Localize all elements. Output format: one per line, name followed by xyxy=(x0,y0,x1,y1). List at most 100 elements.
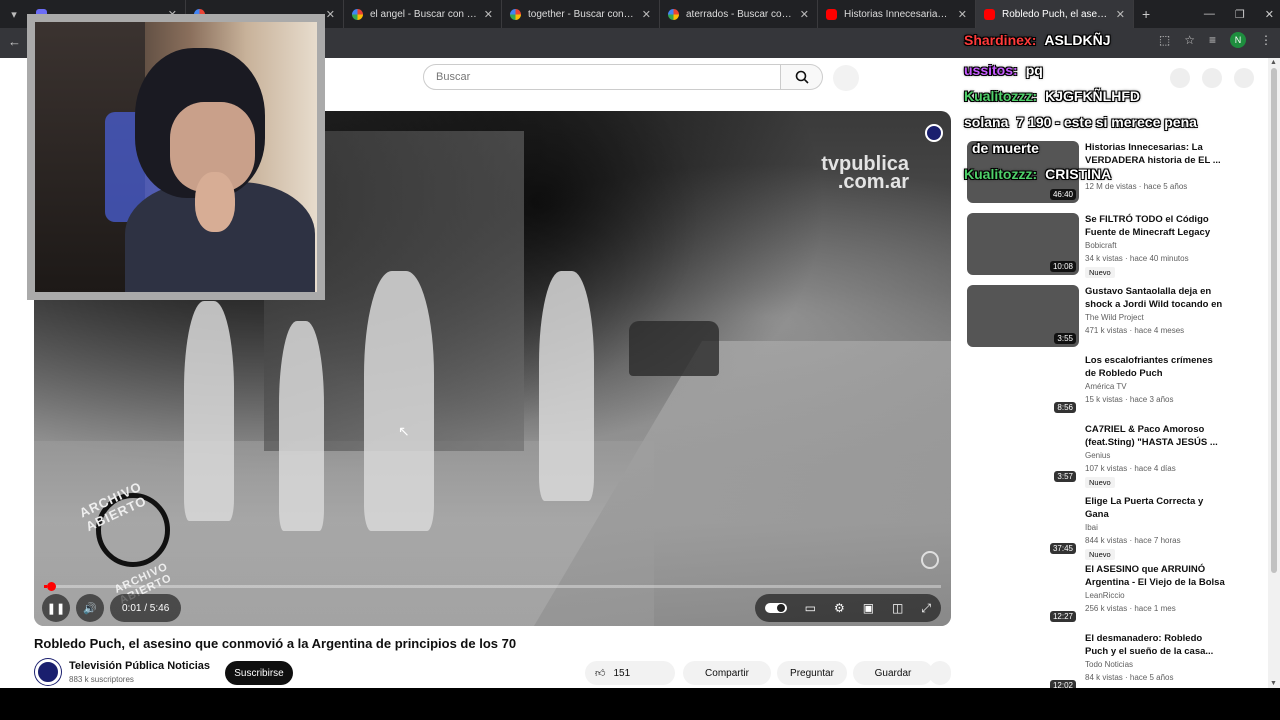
extension-icon[interactable]: ⬚ xyxy=(1159,33,1170,47)
recommendation-title[interactable]: El ASESINO que ARRUINÓ Argentina - El Vi… xyxy=(1085,563,1225,589)
more-actions-button[interactable] xyxy=(929,661,951,685)
search-button[interactable] xyxy=(781,64,823,90)
tab-search-icon[interactable]: ▾ xyxy=(0,0,28,28)
recommendation-title[interactable]: El desmanadero: Robledo Puch y el sueño … xyxy=(1085,632,1225,658)
chat-username: Shardinex: xyxy=(964,32,1037,48)
like-button[interactable]: 👍︎ 151 xyxy=(585,661,675,685)
recommendation-channel[interactable]: Todo Noticias xyxy=(1085,660,1133,669)
recommendation-item[interactable]: 10:08 Se FILTRÓ TODO el Código Fuente de … xyxy=(967,213,1227,278)
miniplayer-icon[interactable]: ▣ xyxy=(863,601,874,615)
recommendation-item[interactable]: 12:02 El desmanadero: Robledo Puch y el s… xyxy=(967,632,1227,696)
new-tab-icon[interactable]: + xyxy=(1142,6,1150,22)
scroll-down-icon[interactable]: ▼ xyxy=(1270,680,1277,687)
channel-avatar[interactable] xyxy=(35,659,61,685)
recommendation-title[interactable]: Los escalofriantes crímenes de Robledo P… xyxy=(1085,354,1225,380)
chip-placeholder[interactable] xyxy=(1170,68,1190,88)
new-badge: Nuevo xyxy=(1085,549,1115,560)
recommendation-item[interactable]: 3:55 Gustavo Santaolalla deja en shock a … xyxy=(967,285,1227,349)
recommendation-channel[interactable]: América TV xyxy=(1085,382,1127,391)
chip-placeholder[interactable] xyxy=(1234,68,1254,88)
video-thumbnail[interactable]: 3:55 xyxy=(967,285,1079,347)
recommendation-title[interactable]: Elige La Puerta Correcta y Gana xyxy=(1085,495,1225,521)
chip-placeholder[interactable] xyxy=(1202,68,1222,88)
fullscreen-icon[interactable]: ⤢ xyxy=(921,601,931,616)
recommendation-channel[interactable]: Bobicraft xyxy=(1085,241,1117,250)
recommendation-meta: 12 M de vistas · hace 5 años xyxy=(1085,182,1188,191)
video-thumbnail[interactable]: 3:57 xyxy=(967,423,1079,485)
page-scrollbar[interactable]: ▲ ▼ xyxy=(1268,58,1280,688)
close-window-icon[interactable]: ✕ xyxy=(1265,8,1274,21)
scroll-thumb[interactable] xyxy=(1271,68,1277,573)
recommendation-item[interactable]: 37:45 Elige La Puerta Correcta y Gana Ibai… xyxy=(967,495,1227,560)
window-controls: — ❐ ✕ xyxy=(1204,0,1274,28)
tab-close-icon[interactable]: ✕ xyxy=(958,8,967,21)
subscribe-button[interactable]: Suscribirse xyxy=(225,661,293,685)
tab-close-icon[interactable]: ✕ xyxy=(484,8,493,21)
screen-bottom-bar xyxy=(0,688,1280,720)
recommendation-title[interactable]: CA7RIEL & Paco Amoroso (feat.Sting) "HAS… xyxy=(1085,423,1225,449)
minimize-icon[interactable]: — xyxy=(1204,8,1215,20)
maximize-icon[interactable]: ❐ xyxy=(1235,8,1245,21)
autoplay-toggle[interactable] xyxy=(764,603,787,613)
recommendation-title[interactable]: Gustavo Santaolalla deja en shock a Jord… xyxy=(1085,285,1225,311)
media-controls-icon[interactable]: ≡ xyxy=(1209,33,1216,47)
chat-username: ussitos: xyxy=(964,62,1018,78)
video-thumbnail[interactable]: 10:08 xyxy=(967,213,1079,275)
recommendation-item[interactable]: 3:57 CA7RIEL & Paco Amoroso (feat.Sting) … xyxy=(967,423,1227,488)
recommendation-item[interactable]: 8:56 Los escalofriantes crímenes de Roble… xyxy=(967,354,1227,418)
kebab-menu-icon[interactable]: ⋮ xyxy=(1260,33,1272,47)
youtube-favicon-icon xyxy=(984,8,995,20)
video-frame-car xyxy=(629,321,719,376)
tab-close-icon[interactable]: ✕ xyxy=(800,8,809,21)
recommendation-channel[interactable]: Genius xyxy=(1085,451,1110,460)
player-right-controls: ▭ ⚙ ▣ ◫ ⤢ xyxy=(754,594,941,622)
channel-name[interactable]: Televisión Pública Noticias xyxy=(69,660,210,672)
tab-close-icon[interactable]: ✕ xyxy=(326,8,335,21)
save-button[interactable]: Guardar xyxy=(853,661,933,685)
video-thumbnail[interactable]: 37:45 xyxy=(967,495,1079,557)
recommendation-meta: 471 k vistas · hace 4 meses xyxy=(1085,326,1185,335)
video-thumbnail[interactable]: 12:02 xyxy=(967,632,1079,694)
duration-badge: 10:08 xyxy=(1049,261,1076,272)
ask-button[interactable]: Preguntar xyxy=(777,661,847,685)
share-button[interactable]: Compartir xyxy=(683,661,771,685)
pause-button[interactable]: ❚❚ xyxy=(42,594,70,622)
bookmark-star-icon[interactable]: ☆ xyxy=(1184,33,1195,47)
browser-tab[interactable]: el angel - Buscar con Google✕ xyxy=(344,0,502,28)
recommendation-title[interactable]: Historias Innecesarias: La VERDADERA his… xyxy=(1085,141,1225,167)
volume-button[interactable]: 🔊 xyxy=(76,594,104,622)
recommendation-item[interactable]: 12:27 El ASESINO que ARRUINÓ Argentina - … xyxy=(967,563,1227,627)
tab-close-icon[interactable]: ✕ xyxy=(1116,8,1125,21)
video-thumbnail[interactable]: 8:56 xyxy=(967,354,1079,416)
browser-tab-active[interactable]: Robledo Puch, el asesino q✕ xyxy=(976,0,1134,28)
chat-text: CRISTINA xyxy=(1045,166,1112,182)
settings-gear-icon[interactable]: ⚙ xyxy=(834,601,845,615)
scroll-up-icon[interactable]: ▲ xyxy=(1270,59,1277,66)
tab-close-icon[interactable]: ✕ xyxy=(642,8,651,21)
cast-icon[interactable]: ◫ xyxy=(892,601,903,615)
recommendation-channel[interactable]: Ibai xyxy=(1085,523,1098,532)
search-input[interactable]: Buscar xyxy=(423,64,781,90)
voice-search-button[interactable] xyxy=(833,65,859,91)
recommendation-meta: 256 k vistas · hace 1 mes xyxy=(1085,604,1176,613)
toolbar-icons: ⬚ ☆ ≡ N ⋮ xyxy=(1159,32,1272,48)
progress-scrubber[interactable] xyxy=(47,582,56,591)
webcam-feed xyxy=(35,22,317,292)
channel-watermark-icon[interactable] xyxy=(925,124,943,142)
chat-message: de muerte xyxy=(964,140,1039,156)
browser-tab[interactable]: aterrados - Buscar con Google✕ xyxy=(660,0,818,28)
recommendation-title[interactable]: Se FILTRÓ TODO el Código Fuente de Minec… xyxy=(1085,213,1225,239)
recommendation-channel[interactable]: The Wild Project xyxy=(1085,313,1144,322)
chat-username: Kualitozzz: xyxy=(964,88,1038,104)
recommendation-channel[interactable]: LeanRiccio xyxy=(1085,591,1125,600)
browser-tab[interactable]: together - Buscar con Google✕ xyxy=(502,0,660,28)
video-title: Robledo Puch, el asesino que conmovió a … xyxy=(34,636,517,651)
sidebar-filter-chips xyxy=(1170,68,1254,88)
profile-avatar[interactable]: N xyxy=(1230,32,1246,48)
video-thumbnail[interactable]: 12:27 xyxy=(967,563,1079,625)
progress-bar[interactable] xyxy=(44,582,941,591)
back-arrow-icon[interactable]: ← xyxy=(8,34,21,49)
subtitles-icon[interactable]: ▭ xyxy=(805,601,816,615)
recommendation-meta: 15 k vistas · hace 3 años xyxy=(1085,395,1174,404)
browser-tab[interactable]: Historias Innecesarias: La VERDA✕ xyxy=(818,0,976,28)
